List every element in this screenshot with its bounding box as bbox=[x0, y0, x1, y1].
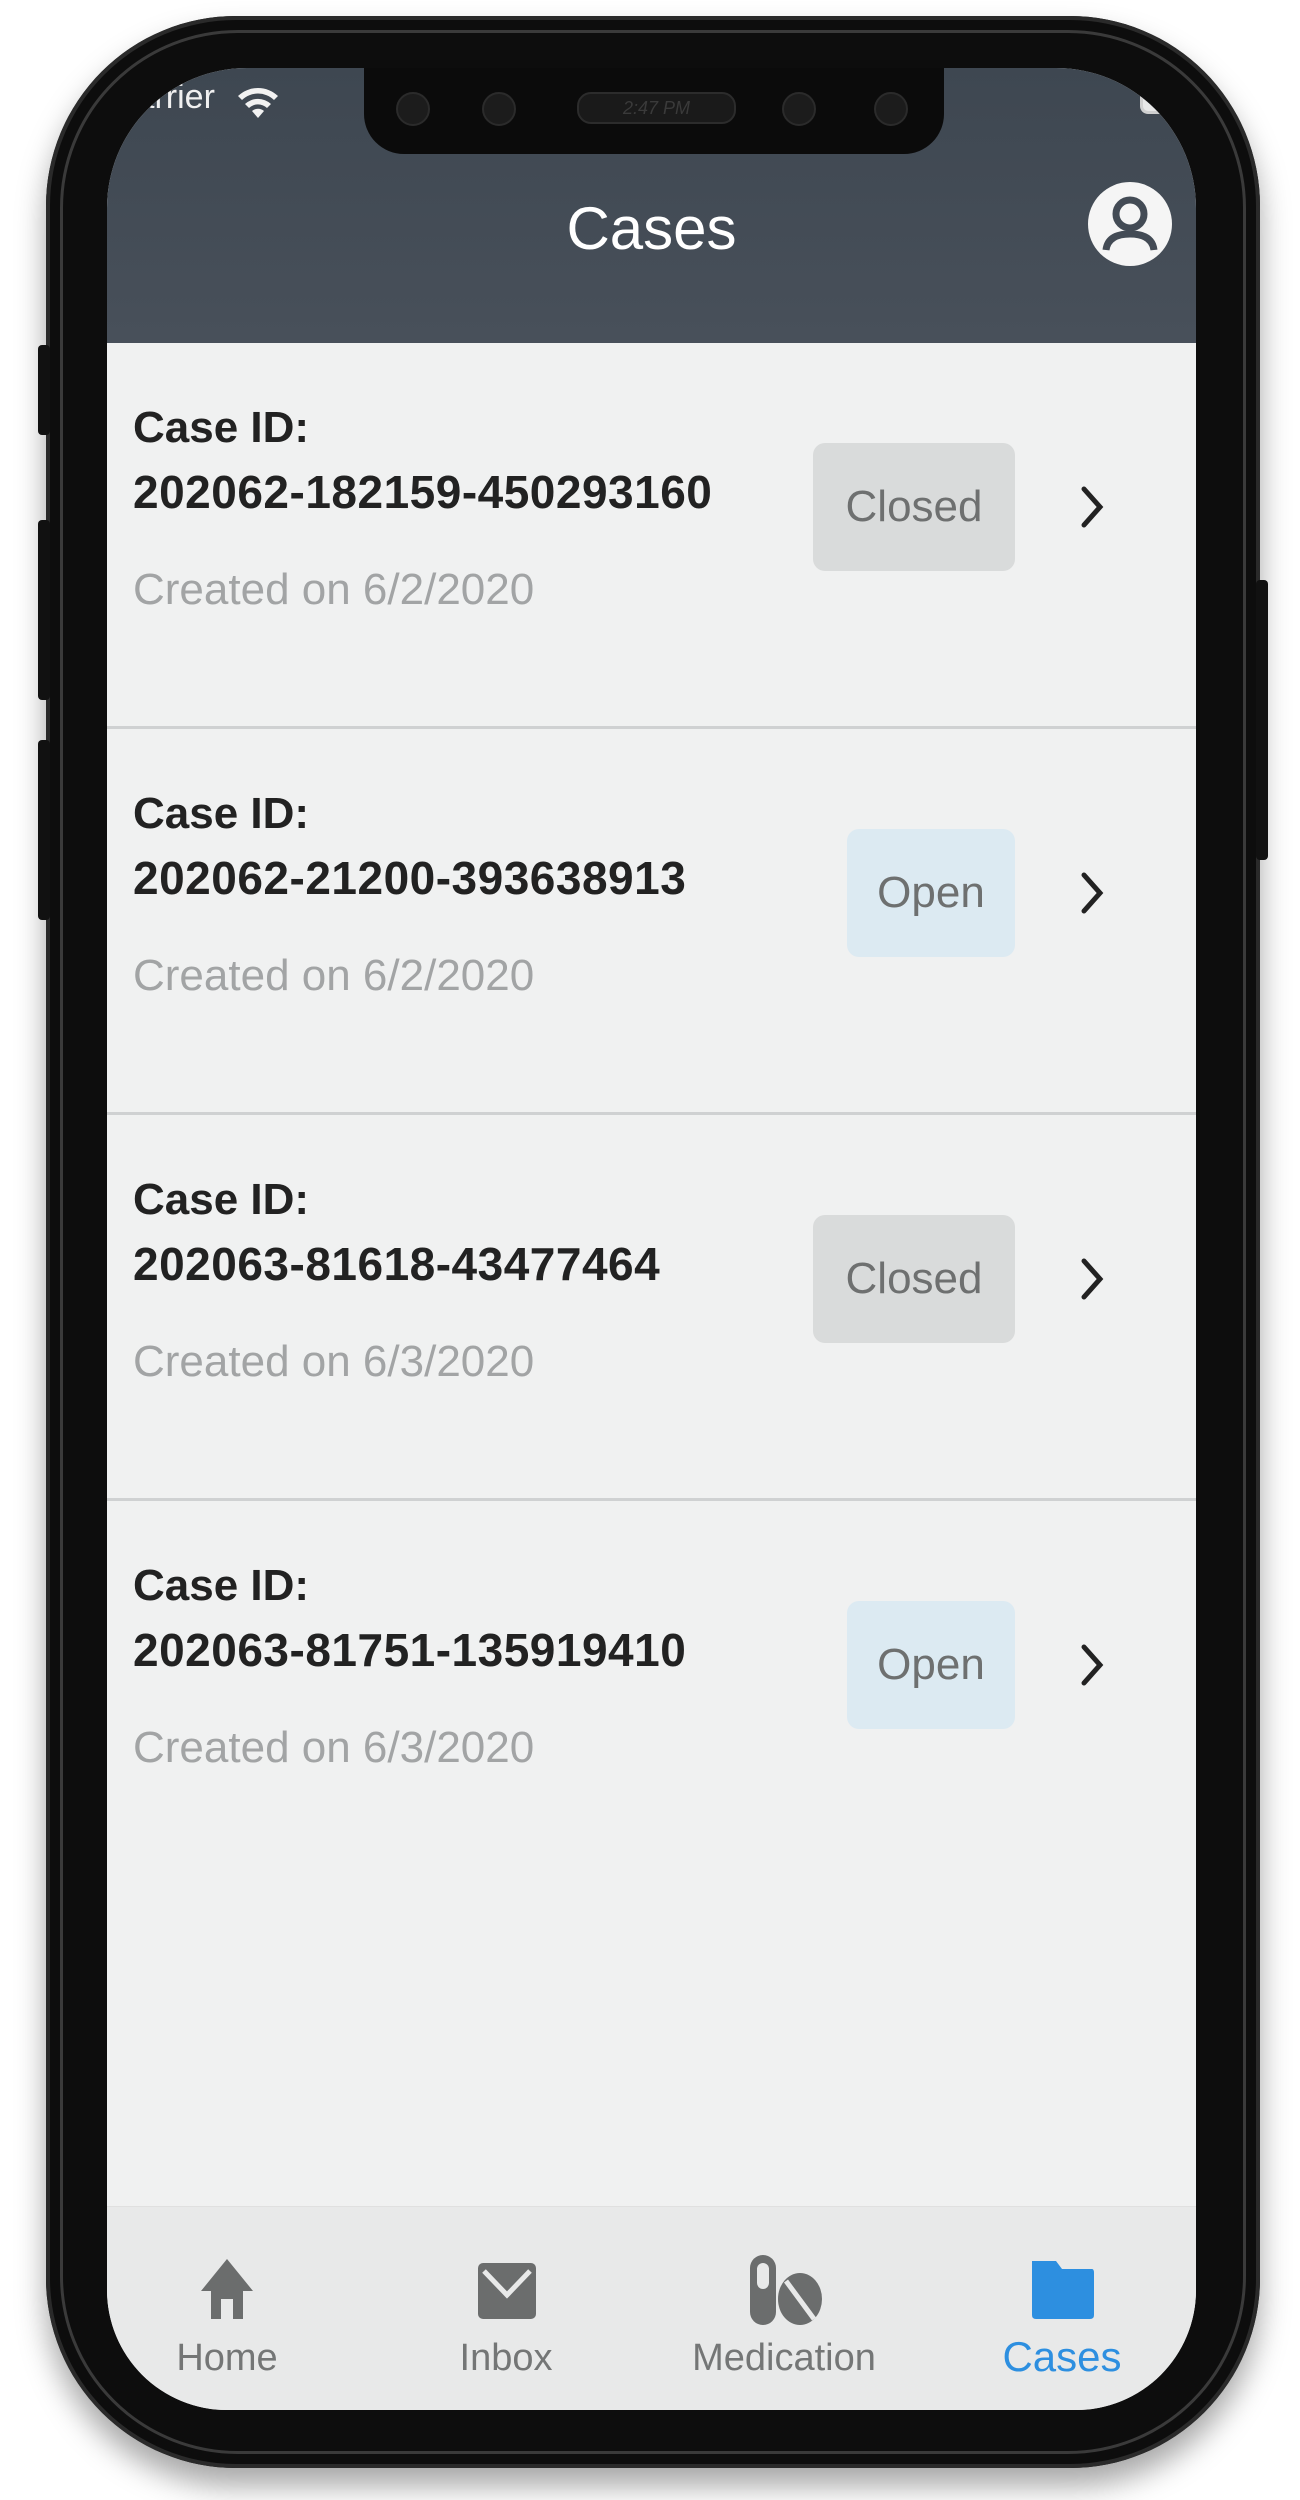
case-id-value: 202063-81751-135919410 bbox=[133, 1624, 687, 1676]
case-id-label: Case ID: bbox=[133, 403, 310, 452]
carrier-label: Carrier bbox=[111, 78, 215, 116]
case-row[interactable]: Case ID: 202063-81618-43477464 Created o… bbox=[107, 1115, 1196, 1501]
bottom-tab-bar: Home Inbox Medication Cases bbox=[107, 2206, 1196, 2410]
tab-medication[interactable]: Medication bbox=[664, 2207, 904, 2410]
app-header: Carrier 2:47 PM Cases bbox=[107, 68, 1196, 343]
tab-inbox[interactable]: Inbox bbox=[386, 2207, 626, 2410]
case-created-date: Created on 6/2/2020 bbox=[133, 951, 535, 1000]
case-id-label: Case ID: bbox=[133, 789, 310, 838]
tab-label: Inbox bbox=[459, 2337, 553, 2379]
battery-icon bbox=[1140, 84, 1196, 114]
pills-icon bbox=[750, 2255, 822, 2325]
tab-label: Medication bbox=[692, 2337, 876, 2379]
power-button bbox=[1256, 580, 1268, 860]
volume-down-button bbox=[38, 740, 50, 920]
status-badge: Open bbox=[847, 1601, 1015, 1729]
case-id-value: 202063-81618-43477464 bbox=[133, 1238, 661, 1290]
envelope-icon bbox=[478, 2263, 536, 2319]
case-created-date: Created on 6/3/2020 bbox=[133, 1337, 535, 1386]
status-badge: Open bbox=[847, 829, 1015, 957]
sensor-icon bbox=[482, 92, 516, 126]
case-row[interactable]: Case ID: 202063-81751-135919410 Created … bbox=[107, 1501, 1196, 1887]
case-row[interactable]: Case ID: 202062-182159-450293160 Created… bbox=[107, 343, 1196, 729]
case-id-label: Case ID: bbox=[133, 1175, 310, 1224]
sensor-icon bbox=[874, 92, 908, 126]
chevron-right-icon[interactable] bbox=[1072, 479, 1112, 535]
cases-list: Case ID: 202062-182159-450293160 Created… bbox=[107, 343, 1196, 1887]
chevron-right-icon[interactable] bbox=[1072, 865, 1112, 921]
chevron-right-icon[interactable] bbox=[1072, 1251, 1112, 1307]
case-created-date: Created on 6/2/2020 bbox=[133, 565, 535, 614]
user-circle-icon[interactable] bbox=[1086, 180, 1174, 268]
sensor-icon bbox=[396, 92, 430, 126]
front-camera-icon bbox=[782, 92, 816, 126]
chevron-right-icon[interactable] bbox=[1072, 1637, 1112, 1693]
case-row[interactable]: Case ID: 202062-21200-393638913 Created … bbox=[107, 729, 1196, 1115]
case-created-date: Created on 6/3/2020 bbox=[133, 1723, 535, 1772]
page-title: Cases bbox=[566, 195, 737, 262]
tab-home[interactable]: Home bbox=[107, 2207, 347, 2410]
tab-cases[interactable]: Cases bbox=[942, 2207, 1182, 2410]
app-screen: Carrier 2:47 PM Cases Case ID: 202062-18… bbox=[107, 68, 1196, 2410]
folder-icon bbox=[1032, 2261, 1094, 2319]
case-id-value: 202062-21200-393638913 bbox=[133, 852, 687, 904]
status-badge: Closed bbox=[813, 1215, 1015, 1343]
home-icon bbox=[201, 2259, 253, 2319]
tab-label: Home bbox=[176, 2337, 278, 2379]
status-badge: Closed bbox=[813, 443, 1015, 571]
device-notch: 2:47 PM bbox=[364, 68, 944, 154]
wifi-icon bbox=[238, 88, 278, 118]
speaker-grille: 2:47 PM bbox=[577, 92, 736, 124]
tab-label: Cases bbox=[1002, 2333, 1122, 2380]
mute-switch bbox=[38, 345, 50, 435]
case-id-value: 202062-182159-450293160 bbox=[133, 466, 713, 518]
case-id-label: Case ID: bbox=[133, 1561, 310, 1610]
volume-up-button bbox=[38, 520, 50, 700]
